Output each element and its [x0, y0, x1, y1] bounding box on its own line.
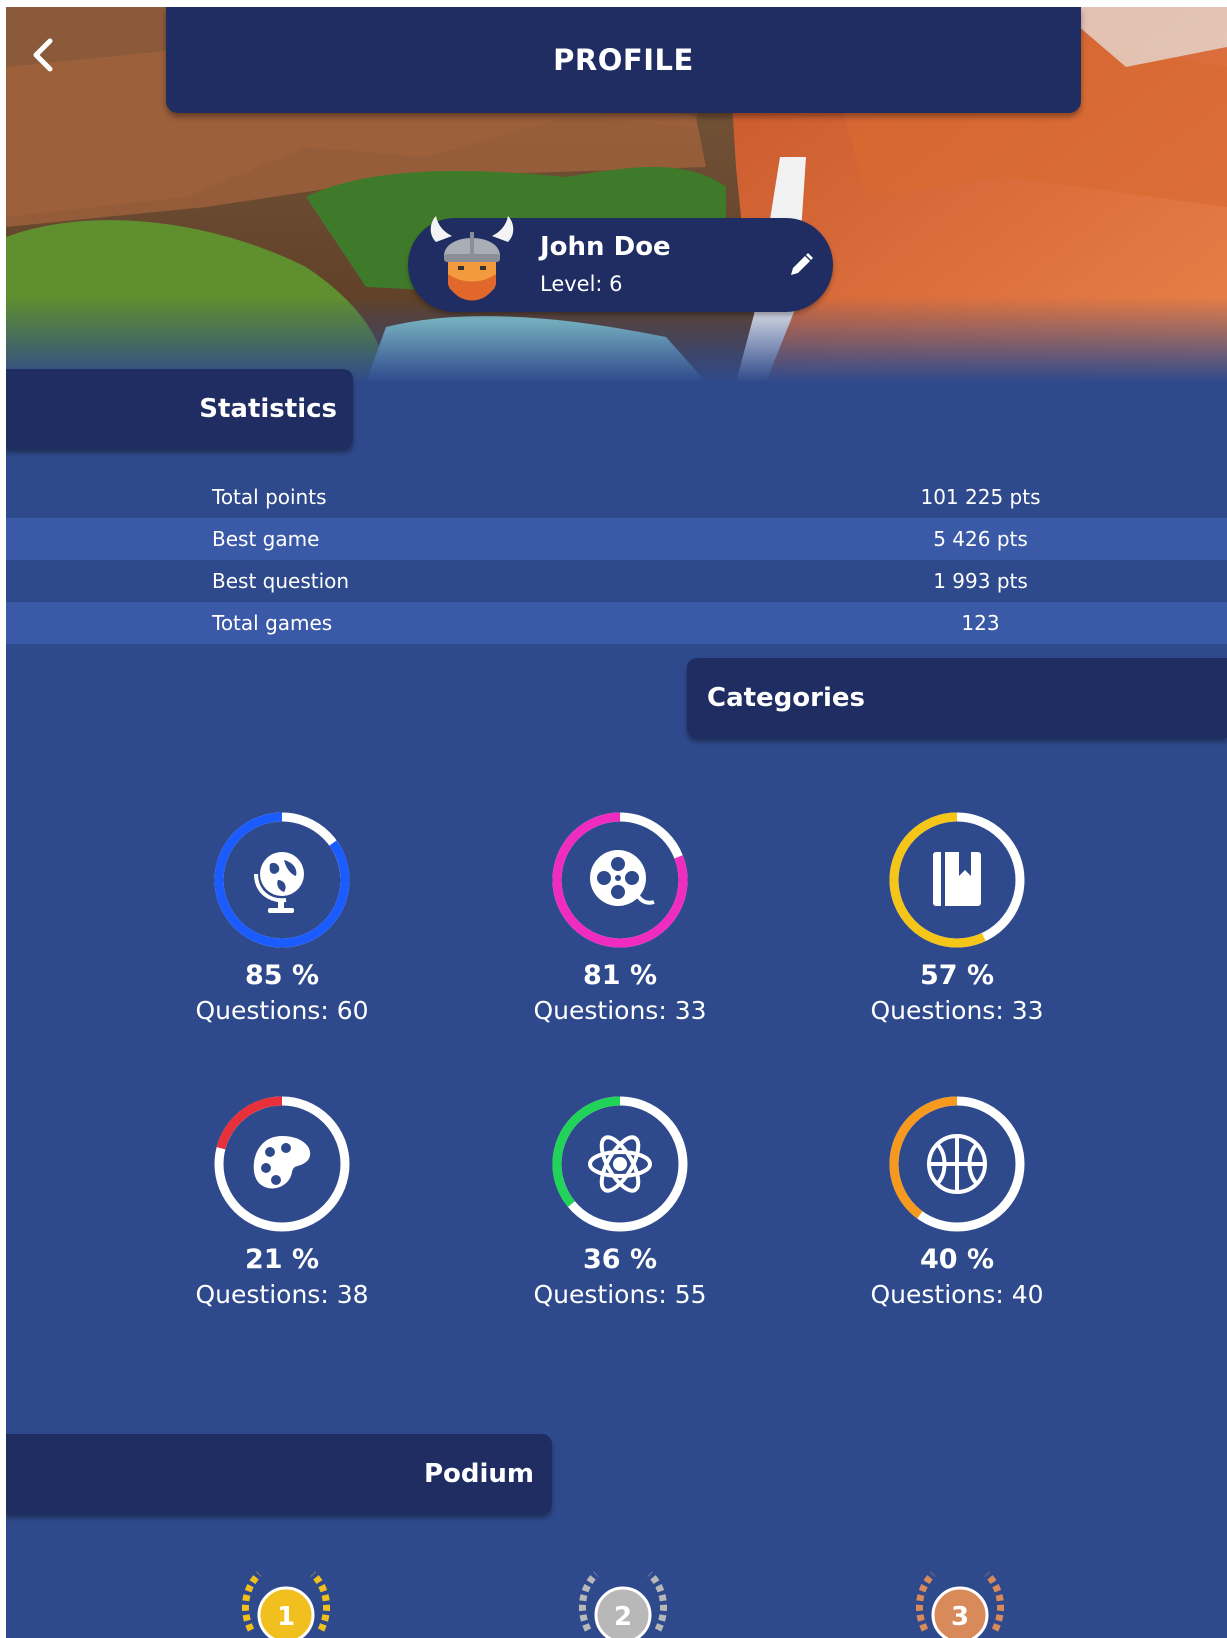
podium-header: Podium — [6, 1434, 552, 1514]
category-questions: Questions: 38 — [195, 1280, 369, 1309]
basketball-icon — [927, 1134, 987, 1194]
category-questions: Questions: 55 — [533, 1280, 707, 1309]
category-geography[interactable]: 85 % Questions: 60 — [162, 810, 402, 1030]
category-percent: 81 % — [582, 960, 658, 991]
podium-rank: 3 — [951, 1602, 969, 1632]
laurel-medal-icon: 1 — [242, 1571, 330, 1638]
category-percent: 40 % — [919, 1244, 995, 1275]
category-questions: Questions: 40 — [870, 1280, 1044, 1309]
stat-row: Total games 123 — [6, 602, 1227, 644]
stat-row: Best game 5 426 pts — [6, 518, 1227, 560]
stat-row: Total points 101 225 pts — [6, 476, 1227, 518]
atom-icon — [588, 1135, 652, 1193]
category-literature[interactable]: 57 % Questions: 33 — [837, 810, 1077, 1030]
statistics-table: Total points 101 225 pts Best game 5 426… — [6, 476, 1227, 644]
book-icon — [933, 852, 981, 906]
category-science[interactable]: 36 % Questions: 55 — [500, 1094, 740, 1314]
stat-label: Total games — [212, 611, 333, 635]
stat-value: 1 993 pts — [933, 569, 1028, 593]
laurel-medal-icon: 3 — [916, 1571, 1004, 1638]
viking-avatar — [430, 216, 514, 301]
category-percent: 21 % — [244, 1244, 320, 1275]
category-movies[interactable]: 81 % Questions: 33 — [500, 810, 740, 1030]
edit-profile-button[interactable] — [786, 250, 816, 280]
progress-ring — [889, 812, 1025, 948]
categories-header: Categories — [687, 658, 1227, 738]
profile-card: John Doe Level: 6 — [408, 216, 833, 312]
title-bar: PROFILE — [166, 7, 1081, 113]
chevron-left-icon — [33, 38, 53, 72]
globe-icon — [254, 852, 304, 913]
category-percent: 85 % — [244, 960, 320, 991]
laurel-medal-icon: 2 — [579, 1571, 667, 1638]
category-questions: Questions: 33 — [533, 996, 707, 1025]
category-sports[interactable]: 40 % Questions: 40 — [837, 1094, 1077, 1314]
progress-ring — [889, 1096, 1025, 1232]
stat-value: 101 225 pts — [920, 485, 1041, 509]
progress-ring — [214, 1096, 350, 1232]
progress-ring — [552, 1096, 688, 1232]
category-percent: 36 % — [582, 1244, 658, 1275]
profile-level: Level: 6 — [540, 272, 623, 296]
stat-label: Best question — [212, 569, 350, 593]
progress-ring — [214, 812, 350, 948]
film-reel-icon — [590, 850, 655, 906]
stat-label: Total points — [212, 485, 327, 509]
podium-rank: 1 — [277, 1602, 295, 1632]
progress-ring — [552, 812, 688, 948]
podium-medal-first[interactable]: 1 — [231, 1560, 341, 1638]
category-questions: Questions: 33 — [870, 996, 1044, 1025]
categories-title: Categories — [707, 683, 866, 713]
statistics-title: Statistics — [199, 394, 337, 424]
podium-medal-second[interactable]: 2 — [568, 1560, 678, 1638]
category-percent: 57 % — [919, 960, 995, 991]
back-button[interactable] — [24, 35, 64, 75]
page-title: PROFILE — [553, 43, 694, 77]
profile-screen: PROFILE John Doe Level: 6 Statistics Tot… — [6, 7, 1227, 1638]
stat-value: 5 426 pts — [933, 527, 1028, 551]
podium-medal-third[interactable]: 3 — [905, 1560, 1015, 1638]
stat-value: 123 — [961, 611, 1000, 635]
podium-rank: 2 — [614, 1602, 632, 1632]
palette-icon — [253, 1136, 311, 1189]
stat-row: Best question 1 993 pts — [6, 560, 1227, 602]
statistics-header: Statistics — [6, 369, 353, 449]
stat-label: Best game — [212, 527, 320, 551]
category-art[interactable]: 21 % Questions: 38 — [162, 1094, 402, 1314]
profile-name: John Doe — [540, 232, 671, 262]
pencil-icon — [791, 253, 813, 275]
podium-title: Podium — [423, 1459, 534, 1489]
category-questions: Questions: 60 — [195, 996, 369, 1025]
